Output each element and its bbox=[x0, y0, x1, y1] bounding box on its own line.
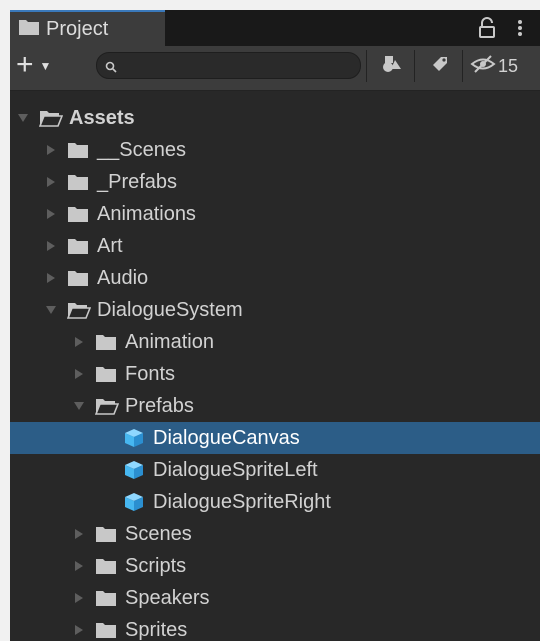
tree-item-label: Assets bbox=[69, 106, 135, 129]
plus-icon: + bbox=[16, 48, 34, 81]
expand-arrow-down-icon[interactable] bbox=[44, 294, 58, 326]
folder-row[interactable]: Sprites bbox=[10, 614, 540, 641]
folder-row[interactable]: __Scenes bbox=[10, 134, 540, 166]
folder-icon bbox=[95, 588, 119, 608]
expand-arrow-right-icon[interactable] bbox=[44, 262, 58, 294]
expand-arrow-down-icon[interactable] bbox=[16, 102, 30, 134]
tree-item-label: Speakers bbox=[125, 586, 210, 609]
tree-item-label: DialogueSpriteLeft bbox=[153, 458, 318, 481]
folder-row[interactable]: DialogueSystem bbox=[10, 294, 540, 326]
tree-item-label: DialogueSystem bbox=[97, 298, 243, 321]
create-button[interactable]: + ▼ bbox=[14, 50, 70, 80]
eye-slash-icon bbox=[470, 54, 496, 79]
folder-icon bbox=[67, 236, 91, 256]
tab-project[interactable]: Project bbox=[10, 10, 165, 46]
tab-title: Project bbox=[46, 17, 109, 40]
folder-icon bbox=[67, 204, 91, 224]
prefab-cube-icon bbox=[123, 428, 147, 448]
folder-icon bbox=[95, 620, 119, 640]
toolbar-divider bbox=[462, 50, 463, 82]
kebab-menu-icon[interactable] bbox=[514, 17, 526, 39]
tree-item-label: Prefabs bbox=[125, 394, 194, 417]
expand-arrow-right-icon[interactable] bbox=[72, 326, 86, 358]
asset-row[interactable]: DialogueCanvas bbox=[10, 422, 540, 454]
tree-item-label: DialogueCanvas bbox=[153, 426, 300, 449]
expand-arrow-right-icon[interactable] bbox=[72, 582, 86, 614]
tree-item-label: Audio bbox=[97, 266, 149, 289]
tree-item-label: Fonts bbox=[125, 362, 176, 385]
tab-bar: Project bbox=[10, 10, 540, 46]
label-tag-icon bbox=[430, 54, 450, 79]
asset-row[interactable]: DialogueSpriteRight bbox=[10, 486, 540, 518]
tree-item-label: Animations bbox=[97, 202, 196, 225]
lock-icon[interactable] bbox=[476, 17, 498, 39]
folder-row[interactable]: Audio bbox=[10, 262, 540, 294]
prefab-cube-icon bbox=[123, 492, 147, 512]
search-field[interactable] bbox=[96, 52, 361, 79]
toolbar-divider bbox=[414, 50, 415, 82]
tree-item-label: _Prefabs bbox=[97, 170, 178, 193]
expand-arrow-right-icon[interactable] bbox=[44, 166, 58, 198]
folder-icon bbox=[67, 268, 91, 288]
search-input[interactable] bbox=[121, 56, 353, 75]
tree-item-label: Scripts bbox=[125, 554, 187, 577]
expand-arrow-right-icon[interactable] bbox=[72, 614, 86, 641]
prefab-cube-icon bbox=[123, 460, 147, 480]
tree-item-label: Art bbox=[97, 234, 123, 257]
asset-row[interactable]: DialogueSpriteLeft bbox=[10, 454, 540, 486]
folder-open-icon bbox=[67, 300, 91, 320]
toolbar-divider bbox=[366, 50, 367, 82]
expand-arrow-right-icon[interactable] bbox=[72, 518, 86, 550]
search-icon bbox=[105, 60, 117, 73]
filter-by-label-button[interactable] bbox=[422, 50, 458, 82]
expand-arrow-right-icon[interactable] bbox=[72, 358, 86, 390]
expand-arrow-right-icon[interactable] bbox=[44, 198, 58, 230]
folder-row[interactable]: Scripts bbox=[10, 550, 540, 582]
project-window: Project + ▼ 15 Assets __Scenes _Prefabs … bbox=[10, 10, 540, 641]
toolbar: + ▼ 15 bbox=[10, 46, 540, 91]
folder-row[interactable]: Scenes bbox=[10, 518, 540, 550]
expand-arrow-right-icon[interactable] bbox=[44, 230, 58, 262]
folder-row[interactable]: Animations bbox=[10, 198, 540, 230]
folder-open-icon bbox=[95, 396, 119, 416]
tree-item-label: Animation bbox=[125, 330, 214, 353]
folder-icon bbox=[95, 364, 119, 384]
folder-icon bbox=[67, 140, 91, 160]
folder-row[interactable]: Assets bbox=[10, 102, 540, 134]
folder-open-icon bbox=[39, 108, 63, 128]
filter-by-type-button[interactable] bbox=[374, 50, 410, 82]
folder-row[interactable]: Fonts bbox=[10, 358, 540, 390]
folder-row[interactable]: Art bbox=[10, 230, 540, 262]
folder-icon bbox=[95, 332, 119, 352]
chevron-down-icon: ▼ bbox=[39, 59, 52, 73]
folder-row[interactable]: Prefabs bbox=[10, 390, 540, 422]
folder-icon bbox=[67, 172, 91, 192]
tree-item-label: DialogueSpriteRight bbox=[153, 490, 331, 513]
folder-icon bbox=[95, 524, 119, 544]
folder-row[interactable]: _Prefabs bbox=[10, 166, 540, 198]
hidden-count: 15 bbox=[498, 55, 519, 76]
expand-arrow-down-icon[interactable] bbox=[72, 390, 86, 422]
hidden-packages-button[interactable]: 15 bbox=[470, 50, 540, 82]
folder-icon bbox=[18, 18, 40, 41]
filter-by-type-icon bbox=[381, 54, 403, 79]
folder-row[interactable]: Animation bbox=[10, 326, 540, 358]
tree-item-label: __Scenes bbox=[97, 138, 186, 161]
folder-row[interactable]: Speakers bbox=[10, 582, 540, 614]
expand-arrow-right-icon[interactable] bbox=[72, 550, 86, 582]
tree-item-label: Sprites bbox=[125, 618, 188, 641]
tree-item-label: Scenes bbox=[125, 522, 192, 545]
folder-icon bbox=[95, 556, 119, 576]
expand-arrow-right-icon[interactable] bbox=[44, 134, 58, 166]
